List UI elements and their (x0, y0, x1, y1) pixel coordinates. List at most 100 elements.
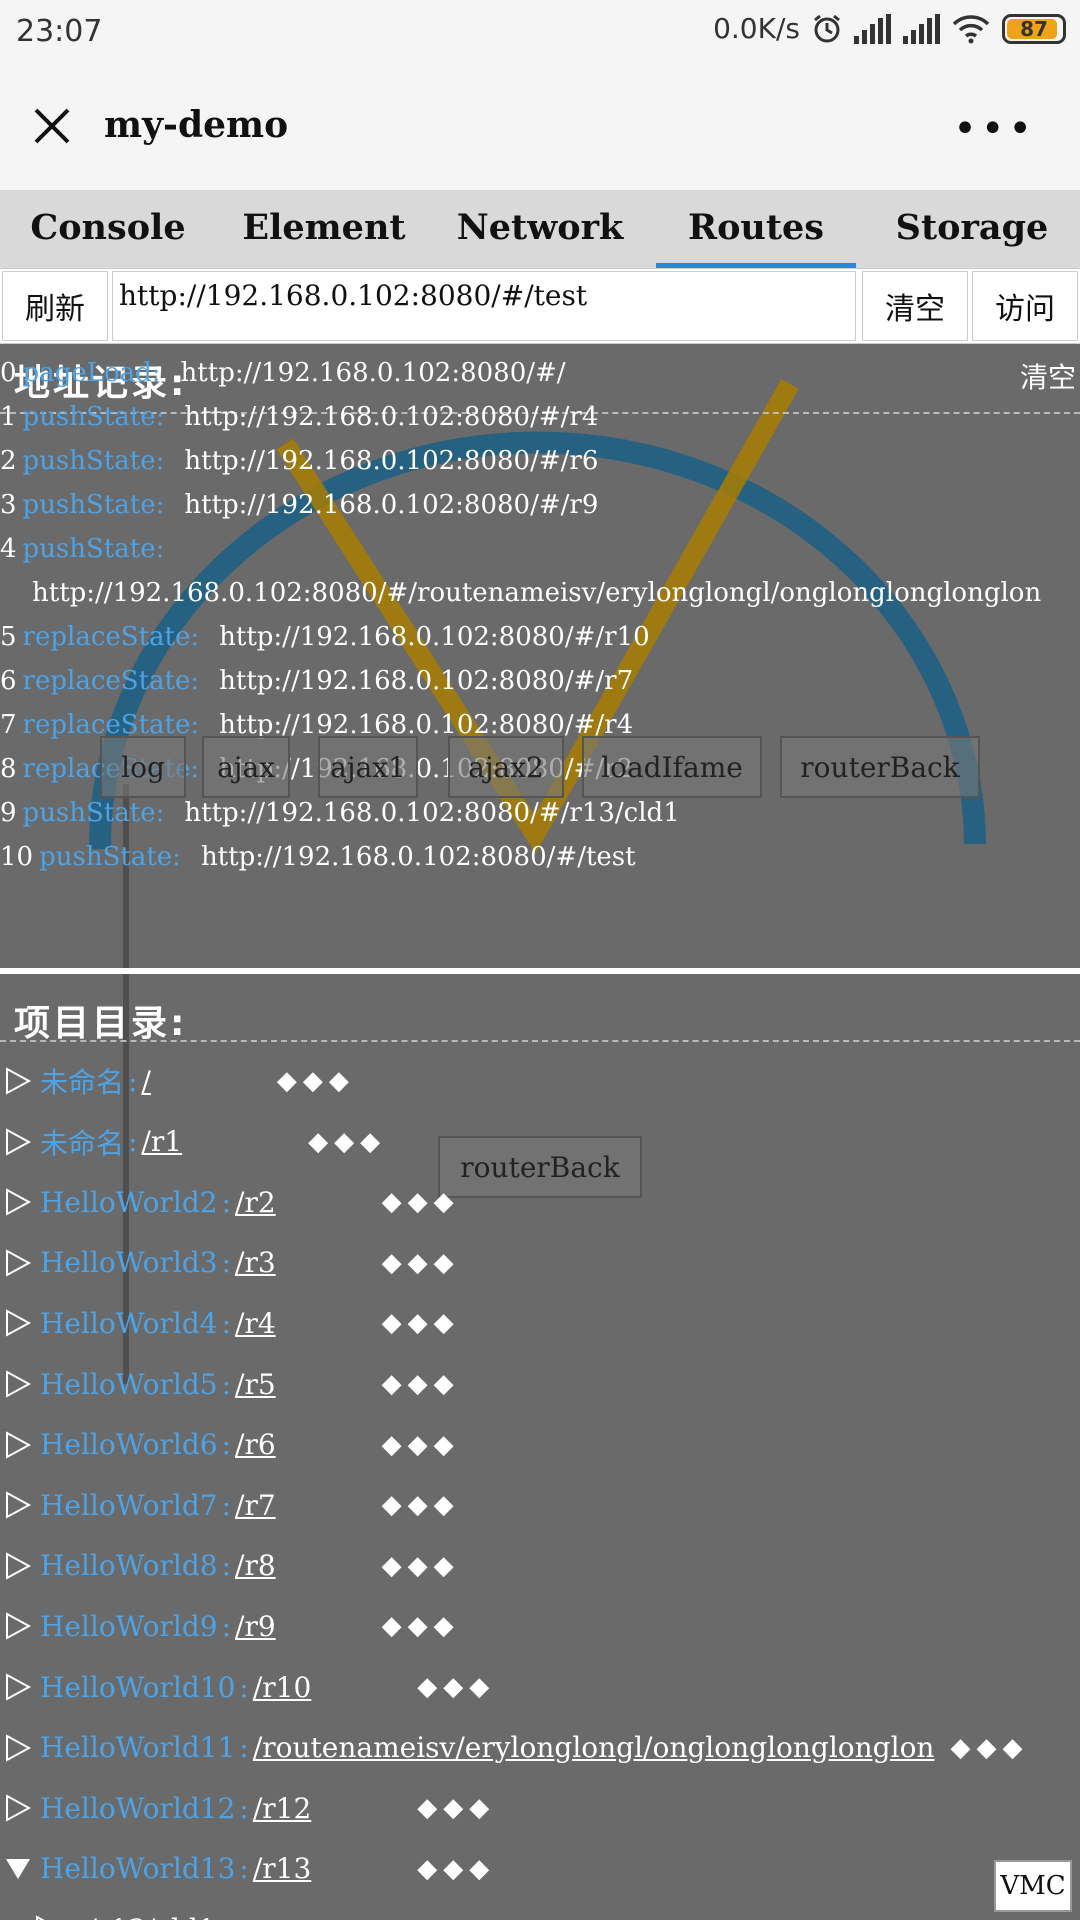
more-dots-icon[interactable]: ◆◆◆ (382, 1187, 460, 1217)
project-item[interactable]: HelloWorld2:/r2 ◆◆◆ (0, 1177, 460, 1227)
triangle-right-icon[interactable] (4, 1067, 32, 1095)
overlay-routerback-button[interactable]: routerBack (438, 1136, 642, 1198)
more-dots-icon[interactable]: ◆◆◆ (382, 1430, 460, 1460)
more-dots-icon[interactable]: ◆◆◆ (382, 1308, 460, 1338)
project-path-link[interactable]: /r6 (235, 1428, 276, 1461)
project-colon: : (221, 1306, 232, 1340)
overlay-ajax-button[interactable]: ajax (202, 736, 290, 798)
triangle-right-icon[interactable] (4, 1309, 32, 1338)
history-type: pageLoad: (22, 358, 161, 388)
project-path-link[interactable]: /r3 (235, 1246, 276, 1279)
project-path-link[interactable]: /r1 (141, 1125, 182, 1158)
tab-network[interactable]: Network (432, 190, 648, 268)
project-path-link[interactable]: / (141, 1065, 150, 1098)
project-item[interactable]: 未命名:/r1 ◆◆◆ (0, 1117, 386, 1167)
overlay-loadifame-button[interactable]: loadIfame (582, 736, 762, 798)
project-path-link[interactable]: /r13/cld1 (87, 1913, 215, 1920)
refresh-button[interactable]: 刷新 (2, 271, 108, 341)
triangle-down-icon[interactable] (4, 1855, 32, 1883)
triangle-right-icon[interactable] (4, 1552, 32, 1580)
history-url[interactable]: http://192.168.0.102:8080/#/r10 (219, 622, 650, 652)
more-dots-icon[interactable]: ◆◆◆ (322, 1914, 400, 1920)
history-url[interactable]: http://192.168.0.102:8080/#/routenameisv… (32, 578, 1041, 608)
tab-storage[interactable]: Storage (864, 190, 1080, 268)
triangle-right-icon[interactable] (4, 1612, 32, 1641)
history-url[interactable]: http://192.168.0.102:8080/#/r9 (184, 490, 598, 520)
project-item[interactable]: HelloWorld3:/r3 ◆◆◆ (0, 1238, 460, 1288)
project-item[interactable]: HelloWorld10:/r10 ◆◆◆ (0, 1662, 495, 1712)
more-dots-icon[interactable]: ◆◆◆ (950, 1733, 1028, 1763)
project-item[interactable]: HelloWorld11:/routenameisv/erylonglongl/… (0, 1723, 1028, 1773)
project-path-link[interactable]: /r5 (235, 1368, 276, 1401)
overlay-routerback-button[interactable]: routerBack (780, 736, 980, 798)
more-dots-icon[interactable]: ◆◆◆ (382, 1490, 460, 1520)
more-dots-icon[interactable]: ◆◆◆ (417, 1854, 495, 1884)
history-url[interactable]: http://192.168.0.102:8080/#/r4 (184, 402, 598, 432)
tab-element[interactable]: Element (216, 190, 432, 268)
more-dots-icon[interactable]: ◆◆◆ (382, 1611, 460, 1641)
project-path-link[interactable]: /r7 (235, 1489, 276, 1522)
tab-routes[interactable]: Routes (648, 190, 864, 268)
overlay-log-button[interactable]: log (100, 736, 186, 798)
history-url[interactable]: http://192.168.0.102:8080/#/ (181, 358, 566, 388)
project-item[interactable]: HelloWorld8:/r8 ◆◆◆ (0, 1541, 460, 1591)
project-path-link[interactable]: /r12 (253, 1792, 311, 1825)
vmc-button[interactable]: VMC (994, 1860, 1072, 1912)
more-dots-icon[interactable]: ◆◆◆ (308, 1127, 386, 1157)
triangle-right-icon[interactable] (4, 1491, 32, 1519)
triangle-right-icon[interactable] (4, 1733, 32, 1762)
more-dots-icon[interactable]: ◆◆◆ (382, 1369, 460, 1399)
clear-url-button[interactable]: 清空 (862, 271, 968, 341)
visit-button[interactable]: 访问 (972, 271, 1078, 341)
project-item[interactable]: HelloWorld4:/r4 ◆◆◆ (0, 1298, 460, 1348)
triangle-right-icon[interactable] (4, 1188, 32, 1216)
project-path-link[interactable]: /routenameisv/erylonglongl/onglonglonglo… (253, 1731, 935, 1764)
more-icon[interactable]: ••• (953, 106, 1036, 152)
history-entry: 5 replaceState: http://192.168.0.102:8080/… (0, 622, 650, 652)
history-type: pushState: (22, 534, 165, 564)
more-dots-icon[interactable]: ◆◆◆ (382, 1248, 460, 1278)
triangle-right-icon[interactable] (4, 1370, 32, 1398)
project-item[interactable]: 未命名: / ◆◆◆ (0, 1056, 355, 1106)
project-item[interactable]: HelloWorld5:/r5 ◆◆◆ (0, 1359, 460, 1409)
history-url[interactable]: http://192.168.0.102:8080/#/r13/cld1 (184, 798, 679, 828)
triangle-right-icon[interactable] (4, 1249, 32, 1277)
tab-console[interactable]: Console (0, 190, 216, 268)
project-item[interactable]: HelloWorld13:/r13 ◆◆◆ (0, 1844, 495, 1894)
triangle-right-icon[interactable] (4, 1673, 32, 1701)
project-path-link[interactable]: /r8 (235, 1549, 276, 1582)
project-path-link[interactable]: /r9 (235, 1610, 276, 1643)
triangle-right-icon[interactable] (4, 1430, 32, 1459)
history-index: 1 (0, 402, 17, 432)
overlay-ajax2-button[interactable]: ajax2 (448, 736, 564, 798)
triangle-right-icon[interactable] (4, 1127, 32, 1156)
project-name: HelloWorld8 (40, 1549, 218, 1583)
history-url[interactable]: http://192.168.0.102:8080/#/r7 (219, 666, 633, 696)
history-index: 6 (0, 666, 17, 696)
clear-history-button[interactable]: 清空 (1020, 356, 1076, 396)
project-item[interactable]: HelloWorld9:/r9 ◆◆◆ (0, 1601, 460, 1651)
project-path-link[interactable]: /r13 (253, 1852, 311, 1885)
project-path-link[interactable]: /r10 (253, 1671, 311, 1704)
history-url[interactable]: http://192.168.0.102:8080/#/test (201, 842, 636, 872)
history-type: pushState: (22, 798, 165, 828)
more-dots-icon[interactable]: ◆◆◆ (417, 1672, 495, 1702)
project-path-link[interactable]: /r2 (235, 1186, 276, 1219)
more-dots-icon[interactable]: ◆◆◆ (417, 1793, 495, 1823)
overlay-ajax1-button[interactable]: ajax1 (318, 736, 418, 798)
project-colon: : (239, 1852, 249, 1886)
more-dots-icon[interactable]: ◆◆◆ (277, 1066, 355, 1096)
project-item[interactable]: HelloWorld6:/r6 ◆◆◆ (0, 1420, 460, 1470)
project-path-link[interactable]: /r4 (235, 1307, 276, 1340)
project-item[interactable]: HelloWorld7:/r7 ◆◆◆ (0, 1480, 460, 1530)
history-index: 2 (0, 446, 17, 476)
triangle-right-icon[interactable] (4, 1794, 32, 1822)
close-icon[interactable] (30, 104, 74, 148)
project-item[interactable]: : /r13/cld1 ◆◆◆ (30, 1904, 400, 1920)
project-item[interactable]: HelloWorld12:/r12 ◆◆◆ (0, 1783, 495, 1833)
triangle-right-icon[interactable] (34, 1915, 62, 1920)
url-input[interactable] (112, 271, 856, 341)
history-url[interactable]: http://192.168.0.102:8080/#/r6 (184, 446, 598, 476)
project-colon: : (221, 1367, 232, 1401)
more-dots-icon[interactable]: ◆◆◆ (382, 1551, 460, 1581)
